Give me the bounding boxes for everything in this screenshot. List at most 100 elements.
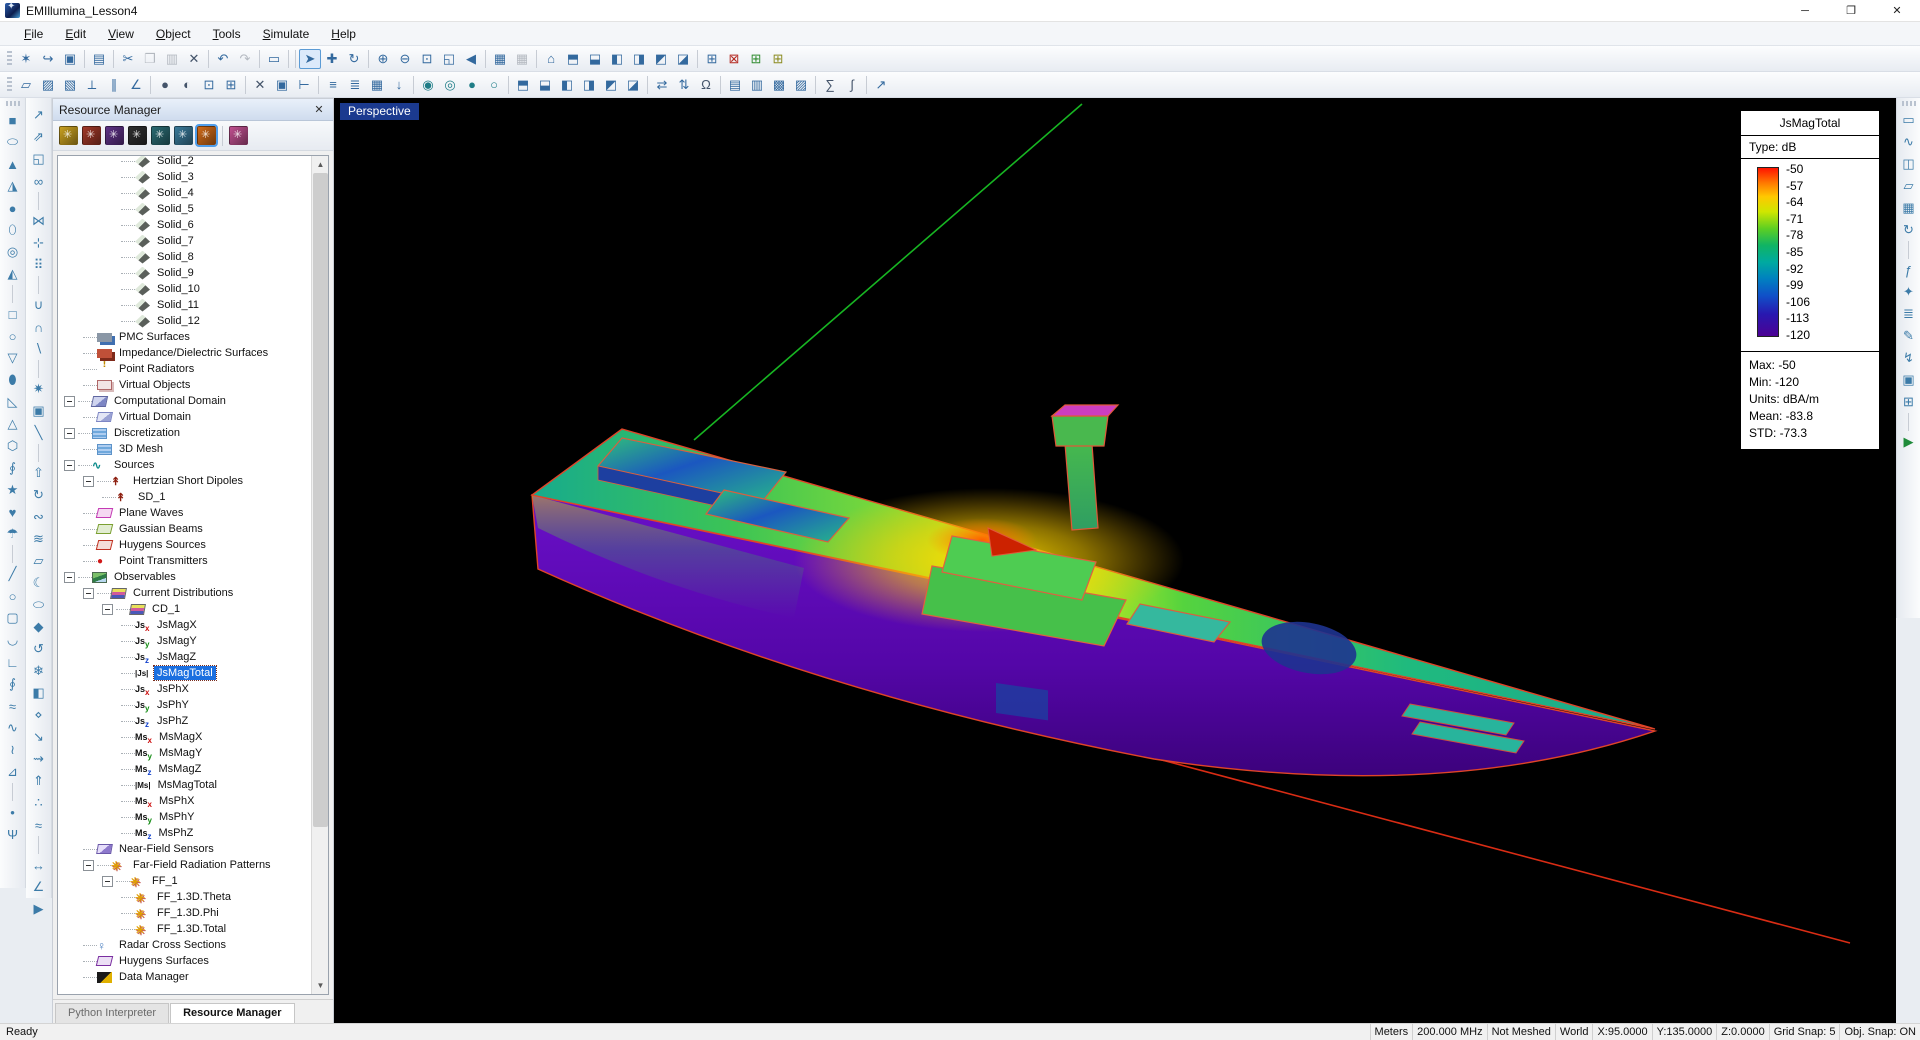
tree-item[interactable]: FF_1.3D.Theta (58, 889, 312, 905)
line-tool-icon[interactable]: ╱ (2, 563, 24, 585)
explode-tool-icon[interactable]: ✷ (28, 378, 50, 400)
tree-item-label[interactable]: JsMagY (154, 634, 200, 648)
zoom-extents-icon[interactable]: ◱ (438, 49, 460, 69)
function-fx-icon[interactable]: ƒ (1898, 259, 1920, 281)
status-segment[interactable]: Y:135.0000 (1652, 1024, 1717, 1040)
arc-tool-icon[interactable]: ◡ (2, 629, 24, 651)
raise-tool-icon[interactable]: ⇑ (28, 770, 50, 792)
zoom-in-icon[interactable]: ⊕ (372, 49, 394, 69)
menu-item[interactable]: Object (146, 24, 201, 44)
menu-item[interactable]: Tools (203, 24, 251, 44)
tree-item[interactable]: Solid_6 (58, 217, 312, 233)
physics-icon[interactable] (82, 126, 101, 145)
axis-normal-icon[interactable]: ⟂ (81, 75, 103, 95)
tree-item-label[interactable]: Solid_2 (154, 155, 197, 168)
tree-item[interactable]: Solid_12 (58, 313, 312, 329)
tree-item[interactable]: Plane Waves (58, 505, 312, 521)
tree-item[interactable]: JsPhX (58, 681, 312, 697)
snowflake-tool-icon[interactable]: ❄ (28, 660, 50, 682)
tree-item-label[interactable]: Gaussian Beams (116, 522, 206, 536)
menu-item[interactable]: File (14, 24, 53, 44)
render-wire-icon[interactable]: ▦ (511, 49, 533, 69)
grid-a-icon[interactable]: ▤ (724, 75, 746, 95)
tree-item-label[interactable]: Near-Field Sensors (116, 842, 217, 856)
cube-right-icon[interactable]: ◨ (578, 75, 600, 95)
collapse-icon[interactable] (102, 876, 113, 887)
toolbar-grip[interactable] (6, 101, 20, 106)
tree-item[interactable]: Gaussian Beams (58, 521, 312, 537)
heart-shape-icon[interactable]: ♥ (2, 501, 24, 523)
tree-item[interactable]: SD_1 (58, 489, 312, 505)
tree-item[interactable]: Data Manager (58, 969, 312, 985)
tree-item[interactable]: JsPhY (58, 697, 312, 713)
swap-h-icon[interactable]: ⇄ (651, 75, 673, 95)
tree-item[interactable]: Near-Field Sensors (58, 841, 312, 857)
tree-item[interactable]: MsMagZ (58, 761, 312, 777)
ellipse-shape-icon[interactable]: ⬮ (2, 369, 24, 391)
curve-tool-icon[interactable]: ≀ (2, 739, 24, 761)
tree-item[interactable]: Discretization (58, 425, 312, 441)
angle-measure-tool-icon[interactable]: ∠ (28, 876, 50, 898)
tree-item[interactable]: Solid_7 (58, 233, 312, 249)
tetrahedron-primitive-icon[interactable]: ◭ (2, 263, 24, 285)
export-down-icon[interactable]: ↓ (388, 75, 410, 95)
panel-tab[interactable]: Python Interpreter (55, 1003, 169, 1023)
tree-item-label[interactable]: Solid_10 (154, 282, 203, 296)
tree-item-label[interactable]: Virtual Objects (116, 378, 193, 392)
tree-item-label[interactable]: Solid_5 (154, 202, 197, 216)
collapse-icon[interactable] (83, 476, 94, 487)
cube-bottom-icon[interactable]: ⬓ (534, 75, 556, 95)
tree-item[interactable]: Impedance/Dielectric Surfaces (58, 345, 312, 361)
circle-outline-tool-icon[interactable]: ○ (2, 585, 24, 607)
tree-item[interactable]: Far-Field Radiation Patterns (58, 857, 312, 873)
new-icon[interactable]: ✶ (15, 49, 37, 69)
collapse-icon[interactable] (83, 860, 94, 871)
split-icon[interactable]: ✕ (249, 75, 271, 95)
move-tool-icon[interactable]: ↗ (28, 104, 50, 126)
twist-tool-icon[interactable]: ↺ (28, 638, 50, 660)
tree-item[interactable]: Point Transmitters (58, 553, 312, 569)
orbit-icon[interactable]: ↻ (343, 49, 365, 69)
view-left-icon[interactable]: ◧ (606, 49, 628, 69)
circle-shape-icon[interactable]: ○ (2, 325, 24, 347)
wedge-tool-icon[interactable]: ◆ (28, 616, 50, 638)
tree-item[interactable]: Computational Domain (58, 393, 312, 409)
tree-item[interactable]: Radar Cross Sections (58, 937, 312, 953)
copy-icon[interactable]: ❐ (139, 49, 161, 69)
menu-item[interactable]: Simulate (253, 24, 320, 44)
tree-item-label[interactable]: Current Distributions (130, 586, 236, 600)
plot-tool-icon[interactable]: ⊿ (2, 761, 24, 783)
image-capture-icon[interactable]: ▣ (1898, 369, 1920, 391)
currents-icon[interactable] (197, 126, 216, 145)
shaded-mode-icon[interactable]: ● (461, 75, 483, 95)
cell-1-icon[interactable]: ⊡ (198, 75, 220, 95)
collapse-icon[interactable] (83, 588, 94, 599)
postprocess-icon[interactable] (229, 126, 248, 145)
knife-tool-icon[interactable]: ╲ (28, 422, 50, 444)
box-3d-icon[interactable]: ◫ (1898, 153, 1920, 175)
tree-item[interactable]: MsPhX (58, 793, 312, 809)
wire-mode-icon[interactable]: ○ (483, 75, 505, 95)
tree-item-label[interactable]: PMC Surfaces (116, 330, 193, 344)
tree-item-label[interactable]: MsMagZ (156, 762, 205, 776)
magic-box-icon[interactable]: ✦ (1898, 281, 1920, 303)
status-segment[interactable]: Not Meshed (1487, 1024, 1555, 1040)
status-segment[interactable]: X:95.0000 (1592, 1024, 1651, 1040)
fill-triangle-tool-icon[interactable]: ▶ (28, 898, 50, 920)
tree-item[interactable]: 3D Mesh (58, 441, 312, 457)
minimize-button[interactable]: ─ (1782, 0, 1828, 22)
scrollbar-thumb[interactable] (313, 173, 328, 827)
umbrella-shape-icon[interactable]: ☂ (2, 523, 24, 545)
cylinder-primitive-icon[interactable]: ⬭ (2, 131, 24, 153)
cone2d-shape-icon[interactable]: ▽ (2, 347, 24, 369)
tree-item-label[interactable]: Huygens Sources (116, 538, 209, 552)
extrude-tool-icon[interactable]: ⇧ (28, 462, 50, 484)
tree-item-label[interactable]: FF_1 (149, 874, 181, 888)
tree-item-label[interactable]: FF_1.3D.Theta (154, 890, 234, 904)
mirror-tool-icon[interactable]: ⋈ (28, 210, 50, 232)
tree-item[interactable]: Solid_2 (58, 155, 312, 169)
sphere-view-icon[interactable]: ◉ (417, 75, 439, 95)
project-tool-icon[interactable]: ▣ (28, 400, 50, 422)
pyramid-primitive-icon[interactable]: ◮ (2, 175, 24, 197)
sum-tool-icon[interactable]: ∑ (819, 75, 841, 95)
